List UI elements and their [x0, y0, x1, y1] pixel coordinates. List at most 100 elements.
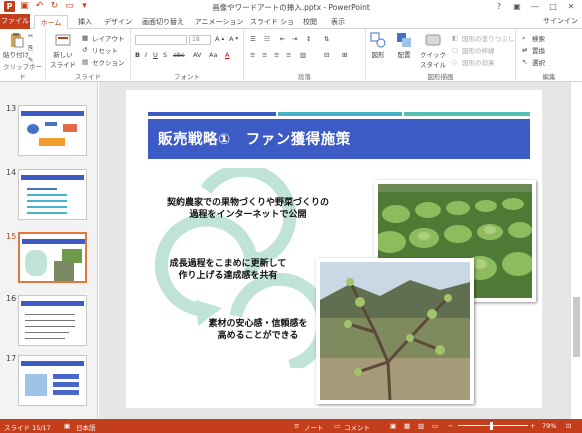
text-direction-icon[interactable]: ⇅: [324, 35, 329, 43]
shapes-icon: [370, 32, 386, 48]
line-spacing-icon[interactable]: ↕: [306, 35, 311, 43]
grow-font-icon[interactable]: A ▴: [215, 35, 224, 43]
notes-icon[interactable]: ≡: [294, 422, 299, 430]
zoom-in-icon[interactable]: +: [530, 422, 535, 430]
align-left-icon[interactable]: ≡: [250, 51, 255, 59]
vertical-scrollbar[interactable]: [570, 82, 582, 419]
close-button[interactable]: ✕: [562, 0, 580, 13]
find-button[interactable]: ⌕ 検索: [522, 33, 545, 43]
reset-button[interactable]: ↺ リセット: [82, 45, 118, 55]
quick-styles-button[interactable]: クイック スタイル: [420, 32, 446, 69]
increase-indent-icon[interactable]: ⇥: [292, 35, 297, 43]
char-spacing-icon[interactable]: AV: [193, 51, 201, 59]
align-text-icon[interactable]: ⊟: [324, 51, 329, 59]
reading-view-icon[interactable]: ▥: [418, 422, 424, 430]
section-button[interactable]: ▤ セクション: [82, 57, 125, 67]
zoom-slider[interactable]: [458, 425, 528, 426]
find-icon: ⌕: [522, 34, 526, 42]
shape-fill-button[interactable]: ◧ 図形の塗りつぶし: [452, 33, 514, 43]
arrange-button[interactable]: 配置: [396, 32, 412, 59]
slide-thumbnail-pane[interactable]: 13 14 15 16 17: [0, 82, 98, 419]
ribbon: 貼り付け ✂ ⎘ ✎ クリップボード 新しい スライド ▦ レイアウト ↺ リセット…: [0, 29, 582, 82]
notes-button[interactable]: ノート: [304, 422, 324, 432]
sign-in-link[interactable]: サインイン: [543, 16, 578, 26]
slide-counter: スライド 15/17: [4, 424, 51, 432]
zoom-slider-thumb[interactable]: [490, 422, 493, 430]
reset-icon: ↺: [82, 46, 88, 54]
help-button[interactable]: ?: [490, 0, 508, 13]
layout-icon: ▦: [82, 34, 89, 42]
font-name-combo[interactable]: [135, 35, 187, 45]
tab-review[interactable]: 校閲: [298, 15, 322, 29]
language-indicator[interactable]: 日本語: [76, 422, 96, 432]
strikethrough-button[interactable]: abc: [173, 51, 185, 59]
zoom-level[interactable]: 79%: [542, 422, 556, 430]
comments-icon[interactable]: ▭: [334, 422, 340, 430]
shadow-button[interactable]: S: [163, 51, 167, 59]
ribbon-display-button[interactable]: ▣: [508, 0, 526, 13]
thumbnail-number: 16: [6, 294, 17, 303]
tab-animations[interactable]: アニメーション: [192, 15, 246, 29]
tab-file[interactable]: ファイル: [0, 14, 30, 29]
smartart-icon[interactable]: ⊞: [342, 51, 347, 59]
decrease-indent-icon[interactable]: ⇤: [280, 35, 285, 43]
process-step-1[interactable]: 契約農家での果物づくりや野菜づくりの 過程をインターネットで公開: [148, 197, 348, 221]
layout-button[interactable]: ▦ レイアウト: [82, 33, 125, 43]
slide-thumbnail-13[interactable]: [18, 105, 87, 156]
normal-view-icon[interactable]: ▣: [390, 422, 396, 430]
group-label-drawing: 図形描画: [427, 73, 454, 81]
bullets-icon[interactable]: ☰: [250, 35, 256, 43]
tab-transitions[interactable]: 画面切り替え: [138, 15, 188, 29]
replace-icon: ⇄: [522, 46, 528, 54]
scrollbar-thumb[interactable]: [573, 297, 580, 357]
paste-button[interactable]: 貼り付け: [3, 32, 29, 59]
underline-button[interactable]: U: [153, 51, 158, 59]
cut-icon[interactable]: ✂: [28, 32, 33, 40]
copy-icon[interactable]: ⎘: [28, 44, 33, 53]
font-color-icon[interactable]: A: [225, 51, 229, 59]
zoom-out-icon[interactable]: −: [448, 422, 453, 430]
align-right-icon[interactable]: ≡: [274, 51, 279, 59]
italic-button[interactable]: I: [145, 51, 147, 59]
slide-editing-area[interactable]: 販売戦略① ファン獲得施策 契約農家での果物づくりや野菜づくりの 過程をインター…: [99, 82, 570, 419]
slide-sorter-icon[interactable]: ▦: [404, 422, 410, 430]
comments-button[interactable]: コメント: [344, 422, 370, 432]
restore-button[interactable]: □: [544, 0, 562, 13]
tab-home[interactable]: ホーム: [34, 15, 68, 30]
slide-thumbnail-16[interactable]: [18, 295, 87, 346]
slideshow-view-icon[interactable]: ▭: [432, 422, 438, 430]
tab-design[interactable]: デザイン: [102, 15, 134, 29]
title-stripe-dark: [148, 112, 276, 116]
align-center-icon[interactable]: ≡: [262, 51, 267, 59]
shape-outline-button[interactable]: ▢ 図形の枠線: [452, 45, 495, 55]
process-step-2[interactable]: 成長過程をこまめに更新して 作り上げる達成感を共有: [148, 258, 308, 282]
new-slide-button[interactable]: 新しい スライド: [50, 32, 76, 69]
change-case-icon[interactable]: Aa: [209, 51, 217, 59]
process-step-3[interactable]: 素材の安心感・信頼感を 高めることができる: [178, 318, 338, 342]
slide-thumbnail-17[interactable]: [18, 355, 87, 406]
thumbnail-number: 17: [6, 354, 17, 363]
shape-effects-button[interactable]: ◇ 図形の効果: [452, 57, 495, 67]
current-slide[interactable]: 販売戦略① ファン獲得施策 契約農家での果物づくりや野菜づくりの 過程をインター…: [126, 90, 542, 408]
select-button[interactable]: ↖ 選択: [522, 57, 545, 67]
justify-icon[interactable]: ≡: [286, 51, 291, 59]
font-size-combo[interactable]: 18: [189, 35, 211, 45]
numbering-icon[interactable]: ☷: [264, 35, 270, 43]
shrink-font-icon[interactable]: A ▾: [229, 35, 238, 43]
slide-thumbnail-15-selected[interactable]: [18, 232, 87, 283]
minimize-button[interactable]: —: [526, 0, 544, 13]
slide-title: 販売戦略① ファン獲得施策: [158, 132, 351, 148]
columns-icon[interactable]: ▥: [300, 51, 306, 59]
tab-view[interactable]: 表示: [326, 15, 350, 29]
fig-tree-photo[interactable]: [316, 258, 474, 404]
spellcheck-icon[interactable]: ▣: [64, 422, 70, 430]
shapes-button[interactable]: 図形: [370, 32, 386, 59]
slide-thumbnail-14[interactable]: [18, 169, 87, 220]
slide-title-box[interactable]: 販売戦略① ファン獲得施策: [148, 119, 530, 159]
outline-icon: ▢: [452, 46, 459, 54]
tab-insert[interactable]: 挿入: [72, 15, 98, 29]
bold-button[interactable]: B: [135, 51, 140, 59]
tab-slideshow[interactable]: スライド ショー: [248, 15, 296, 40]
replace-button[interactable]: ⇄ 置換: [522, 45, 545, 55]
fit-slide-icon[interactable]: ⊡: [566, 422, 571, 430]
